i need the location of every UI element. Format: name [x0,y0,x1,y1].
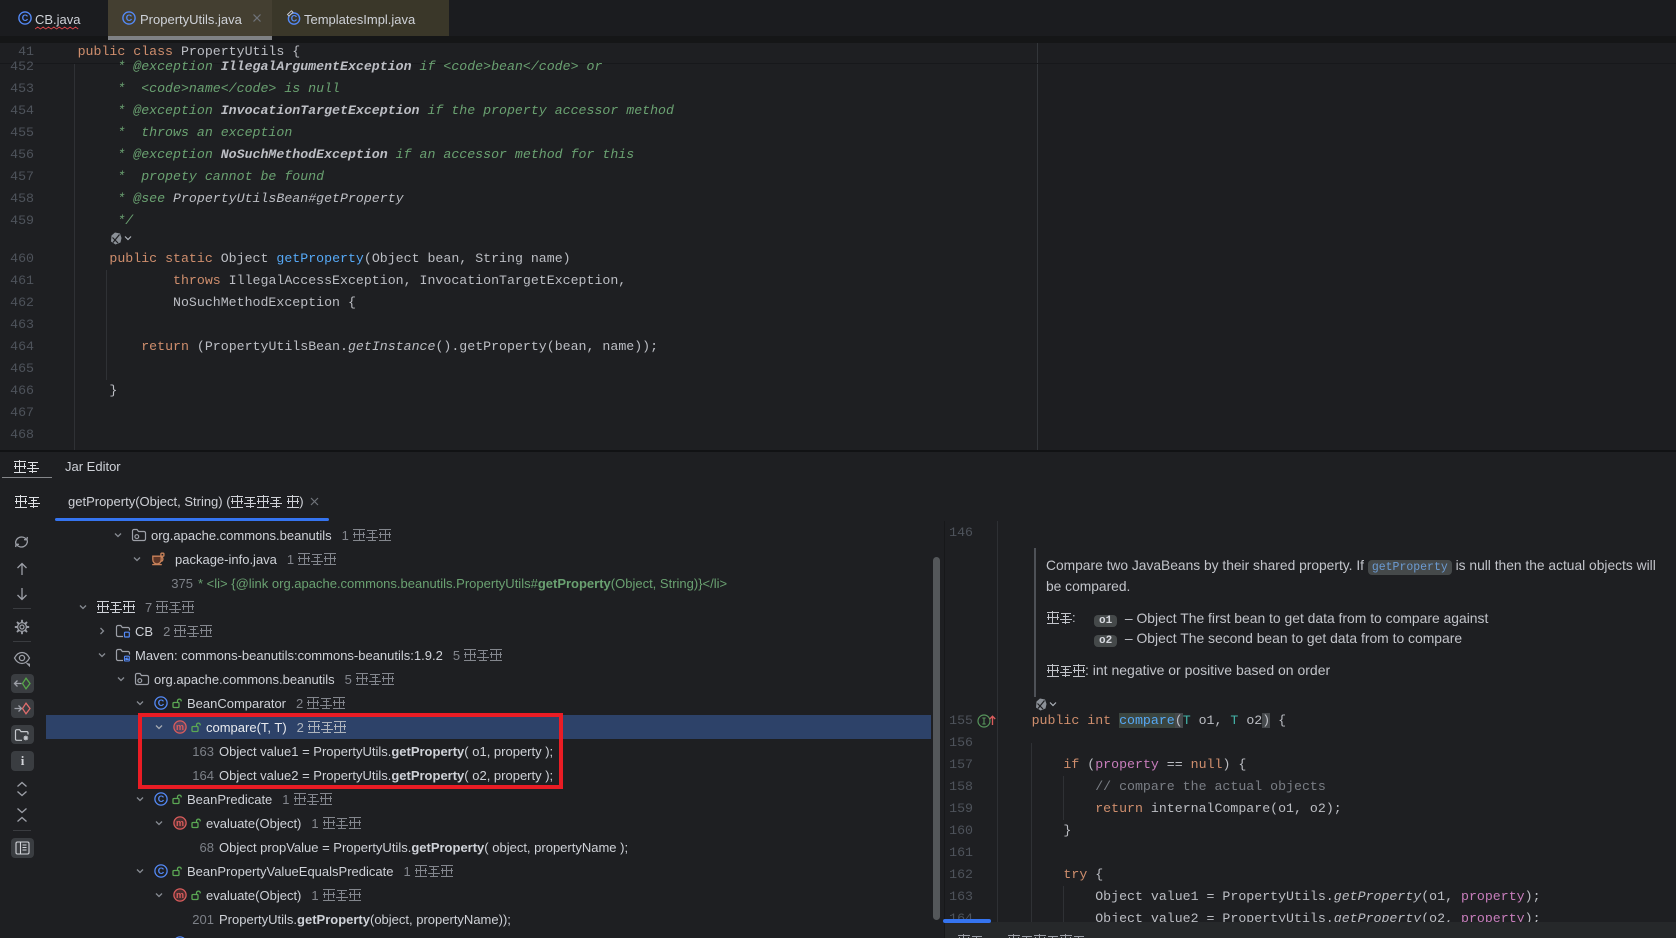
svg-text:C: C [158,698,165,708]
svg-text:m: m [176,818,184,828]
svg-text:C: C [126,13,133,23]
svg-text:m: m [176,890,184,900]
svg-text:C: C [22,13,29,23]
svg-text:C: C [158,794,165,804]
svg-text:C: C [158,866,165,876]
svg-text:C: C [291,14,298,24]
